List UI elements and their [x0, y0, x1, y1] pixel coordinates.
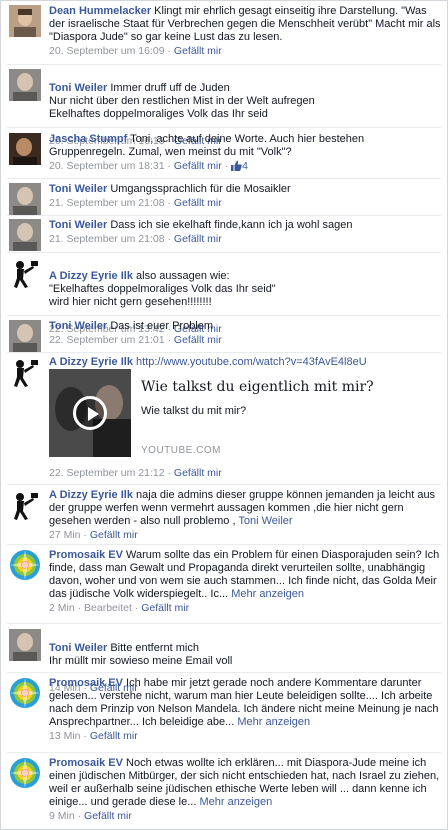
show-more-link[interactable]: Mehr anzeigen — [199, 796, 272, 808]
author-name[interactable]: Jascha Stumpf — [49, 133, 127, 145]
author-name[interactable]: A Dizzy Eyrie Ilk — [49, 356, 133, 368]
author-name[interactable]: A Dizzy Eyrie Ilk — [49, 489, 133, 501]
timestamp[interactable]: 21. September um 21:08 — [49, 233, 165, 245]
like-count[interactable]: 4 — [242, 160, 248, 172]
author-name[interactable]: Toni Weiler — [49, 82, 107, 94]
avatar[interactable] — [9, 320, 41, 352]
author-name[interactable]: Promosaik EV — [49, 549, 123, 561]
show-more-link[interactable]: Mehr anzeigen — [237, 716, 310, 728]
like-button[interactable]: Gefällt mir — [174, 197, 222, 209]
timestamp[interactable]: 27 Min — [49, 529, 81, 541]
like-button[interactable]: Gefällt mir — [141, 602, 189, 614]
divider — [7, 127, 441, 128]
comment-text: Umgangssprachlich für die Mosaikler — [110, 183, 291, 195]
author-name[interactable]: Toni Weiler — [49, 320, 107, 332]
divider — [7, 215, 441, 216]
avatar[interactable] — [9, 257, 41, 289]
like-button[interactable]: Gefällt mir — [90, 730, 138, 742]
comment-text: Das ist euer Problem — [110, 320, 214, 332]
comment-text: Dass ich sie ekelhaft finde,kann ich ja … — [110, 219, 353, 231]
show-more-link[interactable]: Mehr anzeigen — [231, 588, 304, 600]
timestamp[interactable]: 9 Min — [49, 810, 75, 822]
divider — [7, 315, 441, 316]
timestamp[interactable]: 20. September um 18:31 — [49, 160, 165, 172]
timestamp[interactable]: 22. September um 21:12 — [49, 467, 165, 479]
avatar[interactable] — [9, 133, 41, 165]
divider — [7, 484, 441, 485]
avatar[interactable] — [9, 489, 41, 521]
divider — [7, 752, 441, 753]
play-icon[interactable] — [73, 396, 107, 430]
avatar[interactable] — [9, 356, 41, 388]
link-preview-card[interactable]: Wie talkst du eigentlich mit mir? Wie ta… — [49, 369, 437, 457]
like-button[interactable]: Gefällt mir — [174, 160, 222, 172]
preview-description: Wie talkst du mit mir? — [141, 405, 247, 417]
author-name[interactable]: A Dizzy Eyrie Ilk — [49, 270, 133, 282]
like-button[interactable]: Gefällt mir — [174, 45, 222, 57]
avatar[interactable] — [9, 549, 41, 581]
like-button[interactable]: Gefällt mir — [174, 467, 222, 479]
divider — [7, 178, 441, 179]
avatar[interactable] — [9, 629, 41, 661]
video-thumbnail[interactable] — [49, 369, 131, 457]
like-button[interactable]: Gefällt mir — [174, 334, 222, 346]
preview-title[interactable]: Wie talkst du eigentlich mit mir? — [141, 379, 374, 395]
avatar[interactable] — [9, 757, 41, 789]
timestamp[interactable]: 22. September um 21:01 — [49, 334, 165, 346]
like-button[interactable]: Gefällt mir — [84, 810, 132, 822]
timestamp[interactable]: 21. September um 21:08 — [49, 197, 165, 209]
divider — [7, 352, 441, 353]
author-name[interactable]: Promosaik EV — [49, 757, 123, 769]
author-name[interactable]: Promosaik EV — [49, 677, 123, 689]
divider — [7, 623, 441, 624]
author-name[interactable]: Toni Weiler — [49, 642, 107, 654]
avatar[interactable] — [9, 219, 41, 251]
avatar[interactable] — [9, 183, 41, 215]
edited-label[interactable]: Bearbeitet — [84, 602, 132, 614]
avatar[interactable] — [9, 5, 41, 37]
thumbs-up-icon — [231, 160, 242, 175]
timestamp[interactable]: 2 Min — [49, 602, 75, 614]
avatar[interactable] — [9, 677, 41, 709]
author-name[interactable]: Toni Weiler — [49, 183, 107, 195]
divider — [7, 672, 441, 673]
like-button[interactable]: Gefällt mir — [174, 233, 222, 245]
timestamp[interactable]: 13 Min — [49, 730, 81, 742]
comment-thread: Dean Hummelacker Klingt mir ehrlich gesa… — [0, 0, 448, 830]
author-name[interactable]: Dean Hummelacker — [49, 5, 151, 17]
divider — [7, 544, 441, 545]
divider — [7, 252, 441, 253]
divider — [7, 64, 441, 65]
author-name[interactable]: Toni Weiler — [49, 219, 107, 231]
avatar[interactable] — [9, 69, 41, 101]
youtube-link[interactable]: http://www.youtube.com/watch?v=43fAvE4l8… — [136, 356, 367, 368]
mention-link[interactable]: Toni Weiler — [238, 515, 292, 527]
like-button[interactable]: Gefällt mir — [90, 529, 138, 541]
preview-source: YOUTUBE.COM — [141, 445, 221, 456]
timestamp[interactable]: 20. September um 16:09 — [49, 45, 165, 57]
